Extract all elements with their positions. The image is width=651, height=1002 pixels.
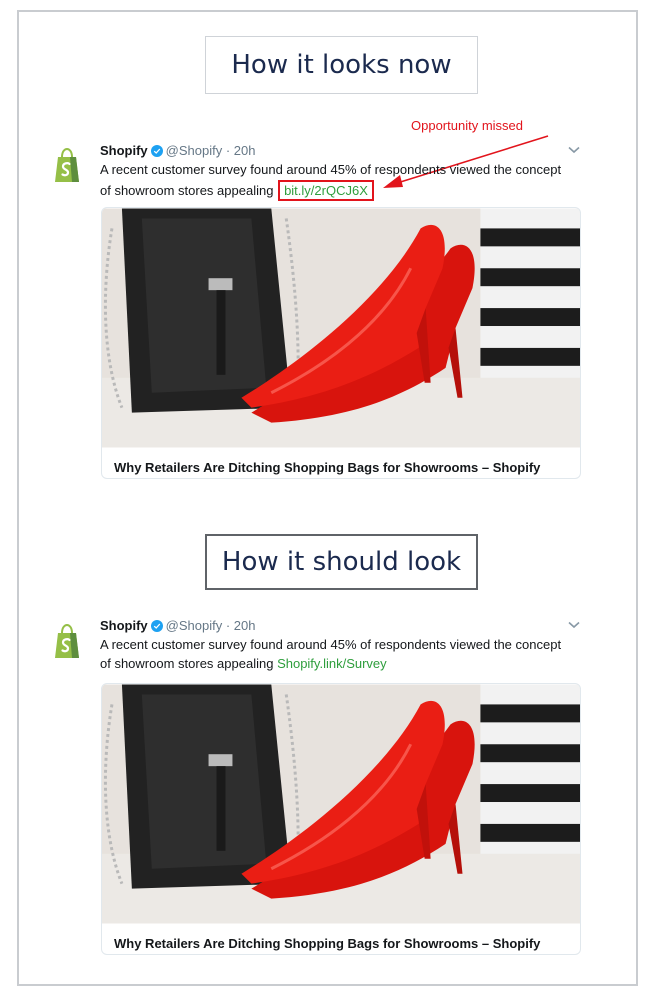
handle-and-time[interactable]: @Shopify · 20h bbox=[166, 143, 256, 158]
heading-before: How it looks now bbox=[205, 36, 478, 94]
tweet-header: Shopify @Shopify · 20h bbox=[100, 618, 255, 633]
account-name[interactable]: Shopify bbox=[100, 143, 148, 158]
card-title[interactable]: Why Retailers Are Ditching Shopping Bags… bbox=[114, 460, 540, 475]
shopify-bag-icon bbox=[55, 624, 79, 658]
tweet-link[interactable]: Shopify.link/Survey bbox=[277, 656, 387, 671]
tweet-text-line2: of showroom stores appealing bbox=[100, 656, 274, 671]
chevron-down-icon[interactable] bbox=[568, 621, 580, 629]
card-image bbox=[102, 684, 580, 924]
account-name[interactable]: Shopify bbox=[100, 618, 148, 633]
verified-badge-icon bbox=[150, 144, 163, 157]
tweet-link[interactable]: bit.ly/2rQCJ6X bbox=[278, 180, 374, 201]
card-image bbox=[102, 208, 580, 448]
chevron-down-icon[interactable] bbox=[568, 146, 580, 154]
handle-and-time[interactable]: @Shopify · 20h bbox=[166, 618, 256, 633]
heading-after: How it should look bbox=[205, 534, 478, 590]
link-card[interactable]: Why Retailers Are Ditching Shopping Bags… bbox=[101, 207, 581, 479]
shopify-bag-icon bbox=[55, 148, 79, 182]
tweet-text-line1: A recent customer survey found around 45… bbox=[100, 162, 562, 177]
tweet-header: Shopify @Shopify · 20h bbox=[100, 143, 255, 158]
tweet-text: A recent customer survey found around 45… bbox=[100, 635, 590, 673]
link-card[interactable]: Why Retailers Are Ditching Shopping Bags… bbox=[101, 683, 581, 955]
verified-badge-icon bbox=[150, 619, 163, 632]
tweet-text-line1: A recent customer survey found around 45… bbox=[100, 637, 562, 652]
card-title[interactable]: Why Retailers Are Ditching Shopping Bags… bbox=[114, 936, 540, 951]
tweet-text: A recent customer survey found around 45… bbox=[100, 160, 590, 201]
tweet-text-line2: of showroom stores appealing bbox=[100, 183, 274, 198]
